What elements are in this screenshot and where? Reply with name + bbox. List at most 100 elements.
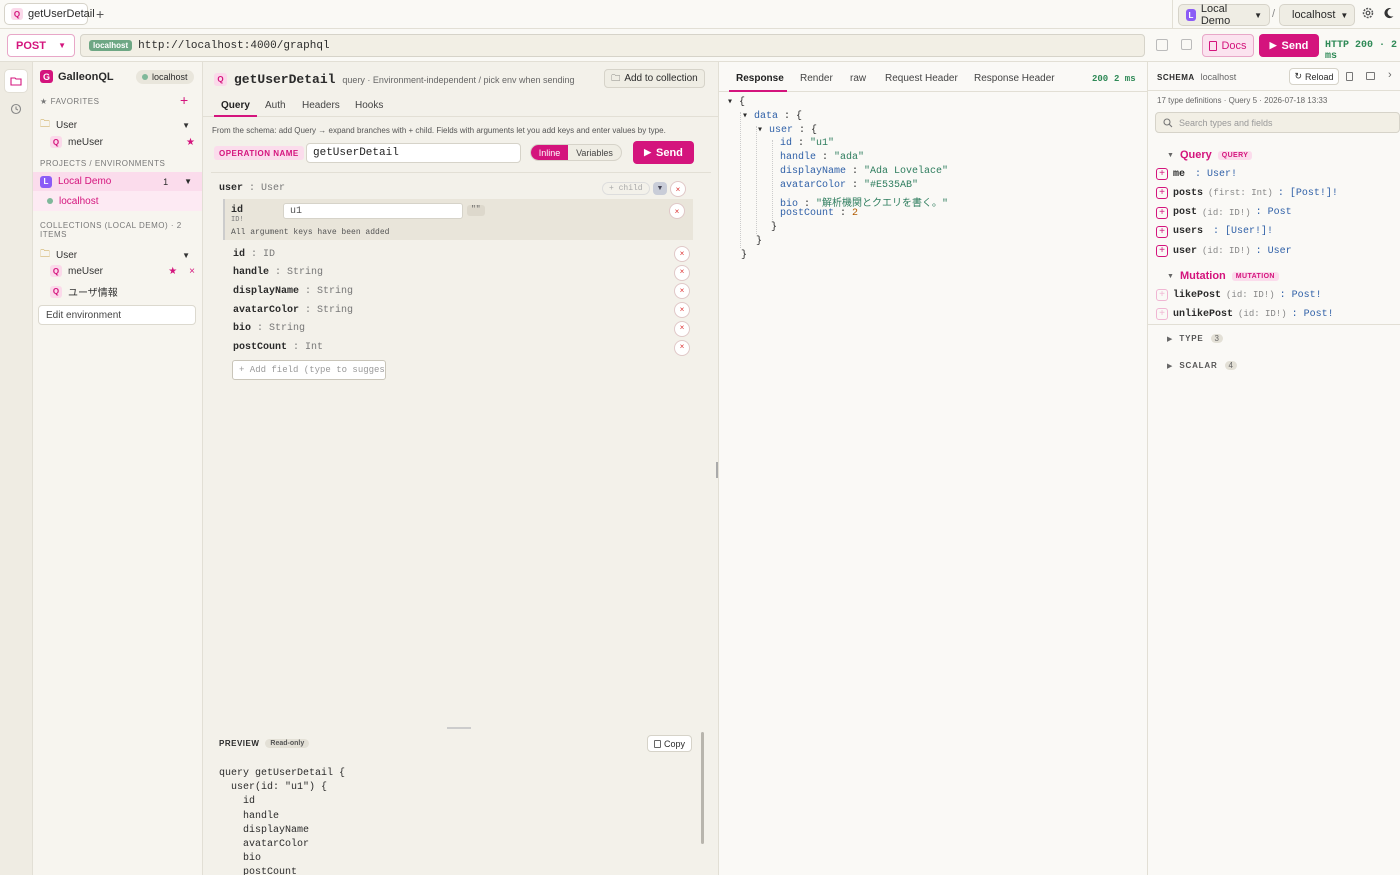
mode-variables-button[interactable]: Variables <box>568 145 621 160</box>
sidebar: G GalleonQL localhost ★ FAVORITES + 🗀 Use… <box>33 62 203 875</box>
folder-icon[interactable] <box>1366 72 1375 80</box>
new-tab-icon[interactable]: + <box>96 6 104 22</box>
json-value: "ada" <box>834 152 865 163</box>
active-tab-indicator <box>214 115 257 117</box>
response-status: 200 <box>1092 74 1109 84</box>
query-send-button[interactable]: ▶ Send <box>633 141 694 164</box>
remove-argument-button[interactable]: × <box>669 203 685 219</box>
tab-render[interactable]: Render <box>800 73 833 84</box>
schema-field-row[interactable]: + me: User! <box>1156 166 1237 182</box>
host-select[interactable]: localhost ▼ <box>1279 4 1355 26</box>
remove-field-button[interactable]: × <box>674 302 690 319</box>
favorite-item-label: meUser <box>68 136 104 148</box>
schema-field-type: : User <box>1255 245 1292 257</box>
json-root[interactable]: ▾ { <box>727 96 745 108</box>
reload-button[interactable]: ↻ Reload <box>1289 68 1339 85</box>
argument-quote-toggle[interactable]: "" <box>467 205 485 216</box>
copy-button[interactable]: Copy <box>647 735 692 752</box>
project-item[interactable]: L Local Demo 1 ▼ <box>33 172 202 191</box>
close-icon[interactable]: × <box>189 266 195 277</box>
remove-field-button[interactable]: × <box>674 339 690 356</box>
tab-headers[interactable]: Headers <box>302 100 340 111</box>
schema-field-row[interactable]: + post (id: ID!): Post <box>1156 205 1292 221</box>
remove-field-button[interactable]: × <box>674 283 690 300</box>
favorite-item[interactable]: Q meUser ★ <box>50 136 195 148</box>
resize-handle[interactable] <box>447 727 471 729</box>
method-select[interactable]: POST ▼ <box>7 34 75 57</box>
tab-hooks[interactable]: Hooks <box>355 100 383 111</box>
add-field-icon[interactable]: + <box>1156 187 1168 200</box>
add-favorite-icon[interactable]: + <box>180 92 188 108</box>
project-env-item[interactable]: localhost <box>33 191 202 211</box>
schema-field-row[interactable]: + likePost (id: ID!): Post! <box>1156 287 1322 303</box>
field-type: String <box>287 267 324 279</box>
add-field-icon[interactable]: + <box>1156 308 1168 321</box>
add-child-button[interactable]: + child <box>602 182 650 195</box>
chevron-right-icon[interactable]: › <box>1388 69 1392 81</box>
add-to-collection-label: Add to collection <box>624 73 698 84</box>
save-icon[interactable] <box>1156 39 1168 51</box>
file-icon[interactable] <box>1346 72 1353 81</box>
history-icon[interactable] <box>4 97 28 121</box>
type-group-header[interactable]: ▶ TYPE 3 <box>1167 334 1223 343</box>
environment-select[interactable]: L Local Demo ▼ <box>1178 3 1270 27</box>
add-field-icon[interactable]: + <box>1156 245 1168 258</box>
schema-field-row[interactable]: + users: [User!]! <box>1156 224 1273 240</box>
tab-request-header[interactable]: Request Header <box>885 73 958 84</box>
chevron-down-icon[interactable]: ▼ <box>184 177 192 186</box>
query-icon: Q <box>11 8 23 20</box>
add-field-icon[interactable]: + <box>1156 168 1168 180</box>
add-field-input[interactable]: + Add field (type to suggest) <box>232 360 386 380</box>
gear-icon[interactable] <box>1361 6 1377 22</box>
json-value: "#E535AB" <box>864 180 919 191</box>
collection-item[interactable]: Q ユーザ情報 <box>50 284 195 299</box>
request-tab[interactable]: Q getUserDetail <box>4 3 95 25</box>
favorites-folder[interactable]: 🗀 User ▼ <box>40 117 190 134</box>
edit-environment-button[interactable]: Edit environment <box>38 305 196 325</box>
argument-value-input[interactable] <box>283 203 463 219</box>
collection-item[interactable]: Q meUser ★ × <box>50 265 195 277</box>
json-user-node[interactable]: ▾ user : { <box>757 124 817 136</box>
preview-line: postCount <box>219 867 298 875</box>
add-field-icon[interactable]: + <box>1156 225 1168 238</box>
folder-icon[interactable] <box>4 69 28 93</box>
tab-response-header[interactable]: Response Header <box>974 73 1055 84</box>
json-data-node[interactable]: ▾ data : { <box>742 110 802 122</box>
add-field-icon[interactable]: + <box>1156 206 1168 219</box>
schema-field-row[interactable]: + user (id: ID!): User <box>1156 243 1292 259</box>
preview-scrollbar[interactable] <box>701 732 704 844</box>
remove-field-button[interactable]: × <box>670 181 686 197</box>
tab-raw[interactable]: raw <box>850 73 866 84</box>
remove-field-button[interactable]: × <box>674 320 690 337</box>
star-icon[interactable]: ★ <box>186 137 195 148</box>
schema-field-row[interactable]: + posts (first: Int): [Post!]! <box>1156 185 1338 201</box>
tab-query[interactable]: Query <box>221 100 250 111</box>
star-icon[interactable]: ★ <box>168 266 177 277</box>
remove-field-button[interactable]: × <box>674 246 690 262</box>
mutation-type-header[interactable]: ▼ Mutation MUTATION <box>1167 270 1279 282</box>
query-type-header[interactable]: ▼ Query QUERY <box>1167 149 1253 161</box>
add-field-icon[interactable]: + <box>1156 289 1168 301</box>
query-icon: Q <box>50 285 62 298</box>
tab-auth[interactable]: Auth <box>265 100 286 111</box>
collapse-icon[interactable]: ▼ <box>653 182 667 195</box>
field-row: bio : String × <box>233 320 693 338</box>
send-button[interactable]: ▶ Send <box>1259 34 1319 57</box>
remove-field-button[interactable]: × <box>674 264 690 281</box>
scalar-group-count: 4 <box>1224 361 1237 370</box>
tree-guide <box>740 112 741 248</box>
operation-name-input[interactable] <box>306 143 521 163</box>
scalar-group-header[interactable]: ▶ SCALAR 4 <box>1167 361 1237 370</box>
schema-search-input[interactable]: Search types and fields <box>1155 112 1400 133</box>
mode-inline-button[interactable]: Inline <box>531 145 568 160</box>
duplicate-icon[interactable] <box>1181 39 1192 50</box>
collections-folder[interactable]: 🗀 User ▼ <box>40 247 190 264</box>
schema-field-row[interactable]: + unlikePost (id: ID!): Post! <box>1156 306 1334 322</box>
docs-button[interactable]: Docs <box>1202 34 1254 57</box>
http-status: HTTP 200 · 2 ms <box>1325 40 1398 62</box>
tab-response[interactable]: Response <box>736 73 784 84</box>
moon-icon[interactable] <box>1383 7 1397 21</box>
url-input[interactable]: localhost http://localhost:4000/graphql <box>80 34 1145 57</box>
panel-splitter[interactable] <box>716 462 718 478</box>
add-to-collection-button[interactable]: 🗀 Add to collection <box>604 69 705 88</box>
